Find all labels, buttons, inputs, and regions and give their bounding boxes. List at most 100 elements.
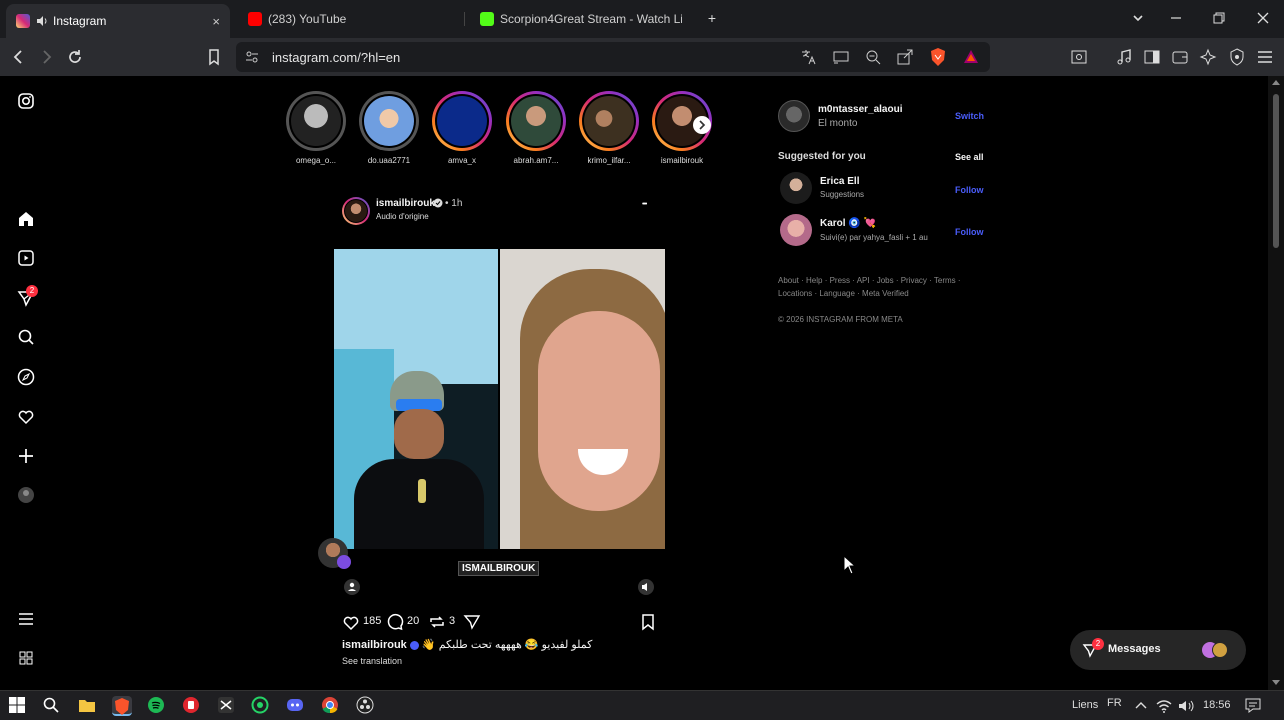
scrollbar-thumb[interactable] [1273,94,1279,248]
translate-icon[interactable] [800,48,818,66]
like-heart-icon[interactable] [342,613,360,631]
brave-rewards-icon[interactable] [962,48,980,66]
taskbar-links-label[interactable]: Liens [1072,699,1098,711]
tagged-user-icon[interactable] [344,579,360,595]
tray-chevron-up-icon[interactable] [1131,696,1151,716]
switch-account-link[interactable]: Switch [955,111,984,121]
notifications-heart-icon[interactable] [16,406,36,426]
menu-hamburger-icon[interactable] [1255,47,1275,67]
zoom-out-icon[interactable] [864,48,882,66]
leo-ai-icon[interactable] [1198,47,1218,67]
volume-icon[interactable] [1176,696,1196,716]
mute-toggle-icon[interactable] [638,579,654,595]
footer-links[interactable]: About · Help · Press · API · Jobs · Priv… [778,276,961,285]
suggested-user-name[interactable]: Erica Ell [820,176,859,187]
new-tab-button[interactable]: + [702,8,722,28]
footer-copyright: © 2026 INSTAGRAM FROM META [778,315,903,324]
footer-links[interactable]: Locations · Language · Meta Verified [778,289,909,298]
scroll-up-icon[interactable] [1272,80,1280,85]
capcut-icon[interactable] [217,696,237,716]
windows-start-icon[interactable] [8,696,28,716]
more-menu-icon[interactable] [16,609,36,629]
story-item[interactable]: omega_o... [284,91,348,165]
see-translation-link[interactable]: See translation [342,656,402,666]
post-more-options-icon[interactable]: ••• [642,201,647,208]
taskbar-search-icon[interactable] [42,696,62,716]
minimize-button[interactable] [1166,8,1186,28]
share-send-icon[interactable] [463,613,481,631]
scroll-down-icon[interactable] [1272,680,1280,685]
discord-icon[interactable] [286,696,306,716]
share-icon[interactable] [896,48,914,66]
bookmark-icon[interactable] [204,47,224,67]
notification-center-icon[interactable] [1244,696,1264,716]
messages-send-icon[interactable]: 2 [16,285,38,308]
suggested-user-name[interactable]: Karol 🧿 💘 [820,218,876,229]
repost-icon[interactable] [428,613,446,631]
media-music-icon[interactable] [1114,47,1134,67]
wifi-icon[interactable] [1154,696,1174,716]
stories-next-chevron-icon[interactable] [693,116,711,134]
speaker-icon[interactable] [36,15,48,27]
story-item[interactable]: do.uaa2771 [357,91,421,165]
brave-browser-taskbar-icon[interactable] [112,696,132,716]
back-arrow-icon[interactable] [9,47,29,67]
address-bar[interactable]: instagram.com/?hl=en [236,42,990,72]
spotify-icon[interactable] [147,696,167,716]
tab-instagram[interactable]: Instagram × [6,4,230,38]
restore-button[interactable] [1209,8,1229,28]
wallet-icon[interactable] [1170,47,1190,67]
comment-icon[interactable] [386,613,404,631]
reader-mode-icon[interactable] [1069,47,1089,67]
forward-arrow-icon[interactable] [36,47,56,67]
keyboard-language[interactable]: FR [1107,697,1122,709]
follow-button[interactable]: Follow [955,227,984,237]
profile-avatar-icon[interactable] [16,485,36,505]
url-text: instagram.com/?hl=en [272,50,401,65]
tab-list-chevron-icon[interactable] [1128,8,1148,28]
follow-button[interactable]: Follow [955,185,984,195]
tab-youtube[interactable]: (283) YouTube [238,4,460,34]
suggested-user-avatar[interactable] [780,214,812,246]
red-app-icon[interactable] [182,696,202,716]
clock-time[interactable]: 18:56 [1203,699,1231,711]
whatsapp-icon[interactable] [251,696,271,716]
suggested-user-avatar[interactable] [780,172,812,204]
instagram-logo-icon[interactable] [16,91,36,111]
story-avatar [584,96,634,146]
post-video[interactable]: ISMAILBIROUK [334,249,665,603]
save-bookmark-icon[interactable] [639,613,657,631]
current-user-avatar[interactable] [778,100,810,132]
cast-icon[interactable] [832,48,850,66]
post-audio[interactable]: Audio d'origine [376,212,429,221]
tab-title: Scorpion4Great Stream - Watch Live [500,12,682,26]
story-item[interactable]: amva_x [430,91,494,165]
story-avatar [291,96,341,146]
file-explorer-icon[interactable] [78,696,98,716]
caption-username[interactable]: ismailbirouk [342,639,407,651]
chrome-icon[interactable] [321,696,341,716]
tab-kick[interactable]: Scorpion4Great Stream - Watch Live [470,4,692,34]
obs-icon[interactable] [356,696,376,716]
site-settings-icon[interactable] [244,49,260,65]
story-item[interactable]: krimo_ilfar... [577,91,641,165]
see-all-link[interactable]: See all [955,152,984,162]
messages-drawer-button[interactable]: 2 Messages [1070,630,1246,670]
story-item[interactable]: abrah.am7... [504,91,568,165]
post-author-avatar[interactable] [342,197,370,225]
current-username[interactable]: m0ntasser_alaoui [818,104,903,115]
meta-apps-icon[interactable] [16,648,36,668]
reload-icon[interactable] [65,47,85,67]
home-icon[interactable] [16,209,36,229]
close-window-button[interactable] [1253,8,1273,28]
close-tab-button[interactable]: × [212,14,220,29]
brave-shields-icon[interactable] [929,47,947,67]
search-icon[interactable] [16,327,36,347]
explore-compass-icon[interactable] [16,367,36,387]
create-plus-icon[interactable] [16,446,36,466]
sidebar-toggle-icon[interactable] [1142,47,1162,67]
page-scrollbar[interactable] [1268,76,1284,690]
reels-icon[interactable] [16,248,36,268]
post-username[interactable]: ismailbirouk [376,198,435,209]
vpn-shield-icon[interactable] [1227,47,1247,67]
